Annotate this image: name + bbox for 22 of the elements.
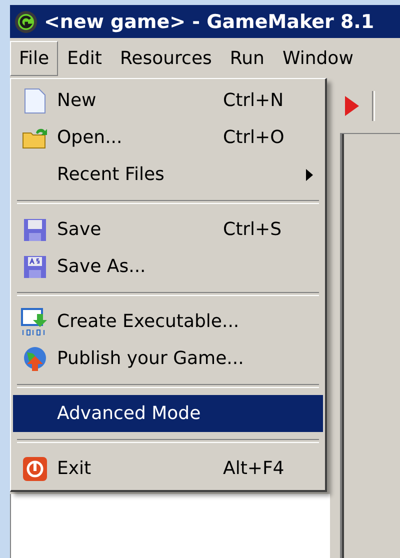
folder-icon — [22, 126, 48, 148]
menu-title[interactable]: Window — [273, 40, 362, 76]
document-icon — [24, 88, 46, 114]
window-title: <new game> - GameMaker 8.1 — [44, 10, 374, 32]
menu-item[interactable]: Create Executable... — [13, 303, 323, 340]
menu-item[interactable]: Save As... — [13, 248, 323, 285]
menu-title[interactable]: Edit — [58, 40, 111, 76]
menu-item[interactable]: New Ctrl+N — [13, 82, 323, 119]
gear-logo-icon — [14, 10, 38, 34]
menu-item[interactable]: Recent Files — [13, 156, 323, 193]
power-icon — [22, 456, 48, 482]
menu-title[interactable]: File — [10, 40, 58, 76]
menu-item[interactable]: Publish your Game... — [13, 340, 323, 377]
submenu-arrow-icon — [306, 168, 313, 180]
menu-item[interactable]: Open... Ctrl+O — [13, 119, 323, 156]
window-download-icon — [21, 308, 49, 336]
play-icon[interactable] — [344, 94, 360, 116]
menu-title[interactable]: Run — [220, 40, 274, 76]
menu-item[interactable]: Exit Alt+F4 — [13, 450, 323, 487]
menu-item[interactable]: Advanced Mode — [13, 395, 323, 432]
menu-item[interactable]: Save Ctrl+S — [13, 211, 323, 248]
menu-title[interactable]: Resources — [110, 40, 221, 76]
